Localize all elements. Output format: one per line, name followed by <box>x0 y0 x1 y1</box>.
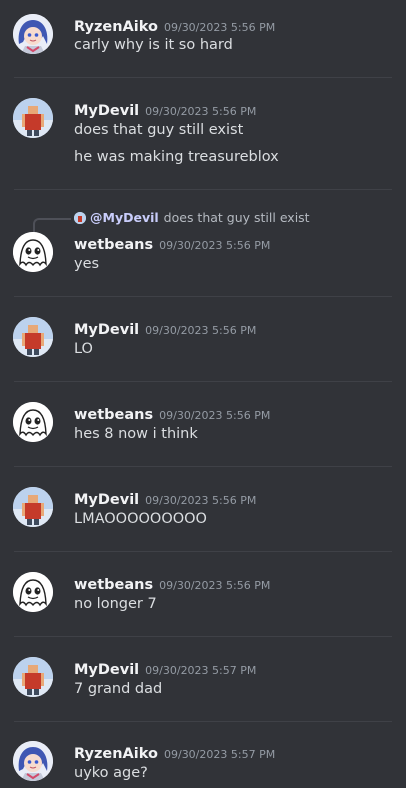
reply-connector <box>33 218 71 232</box>
roblox-avatar-icon <box>13 98 53 138</box>
message-text: LMAOOOOOOOOO <box>74 511 207 527</box>
message-header: MyDevil 09/30/2023 5:56 PM <box>74 319 256 338</box>
timestamp: 09/30/2023 5:56 PM <box>145 105 257 118</box>
author-name[interactable]: wetbeans <box>74 237 153 253</box>
message-text: LO <box>74 341 93 357</box>
reply-mention[interactable]: @MyDevil <box>90 210 159 225</box>
user-avatar[interactable] <box>13 402 53 442</box>
message-divider <box>14 296 392 297</box>
message-divider <box>14 721 392 722</box>
author-name[interactable]: wetbeans <box>74 407 153 423</box>
user-avatar[interactable] <box>13 98 53 138</box>
timestamp: 09/30/2023 5:57 PM <box>163 748 276 761</box>
user-avatar[interactable] <box>13 487 53 527</box>
message-divider <box>14 77 392 78</box>
author-name[interactable]: MyDevil <box>74 492 139 508</box>
roblox-avatar-icon <box>13 317 53 357</box>
message-text: carly why is it so hard <box>74 37 233 53</box>
roblox-avatar-icon <box>13 487 53 527</box>
message-header: MyDevil 09/30/2023 5:57 PM <box>74 659 256 678</box>
message-header: RyzenAiko 09/30/2023 5:56 PM <box>74 16 275 35</box>
chat-messages: RyzenAiko 09/30/2023 5:56 PM carly why is… <box>0 0 406 788</box>
user-avatar[interactable] <box>13 317 53 357</box>
roblox-avatar-icon <box>13 657 53 697</box>
user-avatar[interactable] <box>13 741 53 781</box>
timestamp: 09/30/2023 5:56 PM <box>159 239 271 252</box>
user-avatar[interactable] <box>13 232 53 272</box>
timestamp: 09/30/2023 5:56 PM <box>159 579 271 592</box>
reply-avatar-icon <box>74 212 86 224</box>
message-header: MyDevil 09/30/2023 5:56 PM <box>74 489 256 508</box>
author-name[interactable]: MyDevil <box>74 322 139 338</box>
message-text: hes 8 now i think <box>74 426 198 442</box>
message-divider <box>14 189 392 190</box>
message-divider <box>14 636 392 637</box>
message-text: he was making treasureblox <box>74 149 279 165</box>
message-text: does that guy still exist <box>74 122 244 138</box>
message-divider <box>14 466 392 467</box>
reply-preview[interactable]: @MyDevil does that guy still exist <box>74 210 310 226</box>
author-name[interactable]: wetbeans <box>74 577 153 593</box>
message-divider <box>14 381 392 382</box>
message-header: RyzenAiko 09/30/2023 5:57 PM <box>74 743 275 762</box>
timestamp: 09/30/2023 5:57 PM <box>145 664 257 677</box>
message-header: MyDevil 09/30/2023 5:56 PM <box>74 100 256 119</box>
message-text: no longer 7 <box>74 596 157 612</box>
author-name[interactable]: RyzenAiko <box>74 746 158 762</box>
author-name[interactable]: MyDevil <box>74 103 139 119</box>
user-avatar[interactable] <box>13 14 53 54</box>
ghost-avatar-icon <box>13 572 53 612</box>
user-avatar[interactable] <box>13 657 53 697</box>
message-header: wetbeans 09/30/2023 5:56 PM <box>74 404 270 423</box>
message-text: uyko age? <box>74 765 148 781</box>
message-divider <box>14 551 392 552</box>
message-header: wetbeans 09/30/2023 5:56 PM <box>74 234 270 253</box>
timestamp: 09/30/2023 5:56 PM <box>145 324 257 337</box>
message-text: yes <box>74 256 100 272</box>
message-text: 7 grand dad <box>74 681 163 697</box>
timestamp: 09/30/2023 5:56 PM <box>145 494 257 507</box>
message-header: wetbeans 09/30/2023 5:56 PM <box>74 574 270 593</box>
anime-avatar-icon <box>13 14 53 54</box>
author-name[interactable]: RyzenAiko <box>74 19 158 35</box>
timestamp: 09/30/2023 5:56 PM <box>163 21 276 34</box>
ghost-avatar-icon <box>13 232 53 272</box>
ghost-avatar-icon <box>13 402 53 442</box>
author-name[interactable]: MyDevil <box>74 662 139 678</box>
reply-text: does that guy still exist <box>163 210 310 225</box>
timestamp: 09/30/2023 5:56 PM <box>159 409 271 422</box>
anime-avatar-icon <box>13 741 53 781</box>
user-avatar[interactable] <box>13 572 53 612</box>
